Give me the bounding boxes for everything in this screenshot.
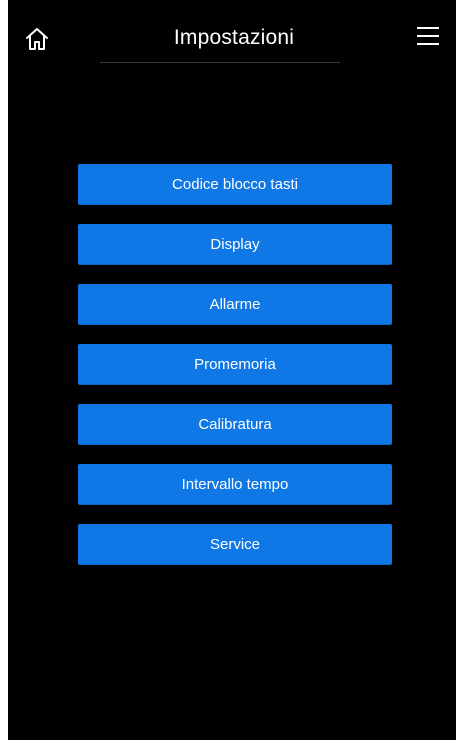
page-title: Impostazioni [173,26,295,49]
menu-button[interactable] [414,22,442,50]
settings-screen: Impostazioni Codice blocco tasti Display… [8,0,456,740]
menu-item-label: Service [209,536,261,553]
settings-menu-list: Codice blocco tasti Display Allarme Prom… [78,164,392,584]
home-icon [26,28,48,50]
menu-item-allarme[interactable]: Allarme [78,284,392,325]
menu-item-service[interactable]: Service [78,524,392,565]
menu-item-label: Intervallo tempo [181,476,289,493]
menu-item-codice-blocco-tasti[interactable]: Codice blocco tasti [78,164,392,205]
menu-item-promemoria[interactable]: Promemoria [78,344,392,385]
hamburger-menu-icon [417,27,439,45]
menu-item-label: Calibratura [198,416,272,433]
title-divider [100,62,340,63]
menu-item-label: Codice blocco tasti [172,176,298,193]
menu-item-display[interactable]: Display [78,224,392,265]
menu-item-label: Promemoria [194,356,276,373]
menu-item-label: Display [210,236,260,253]
menu-item-intervallo-tempo[interactable]: Intervallo tempo [78,464,392,505]
menu-item-label: Allarme [209,296,261,313]
menu-item-calibratura[interactable]: Calibratura [78,404,392,445]
header-bar: Impostazioni [8,0,456,80]
home-button[interactable] [22,24,52,54]
